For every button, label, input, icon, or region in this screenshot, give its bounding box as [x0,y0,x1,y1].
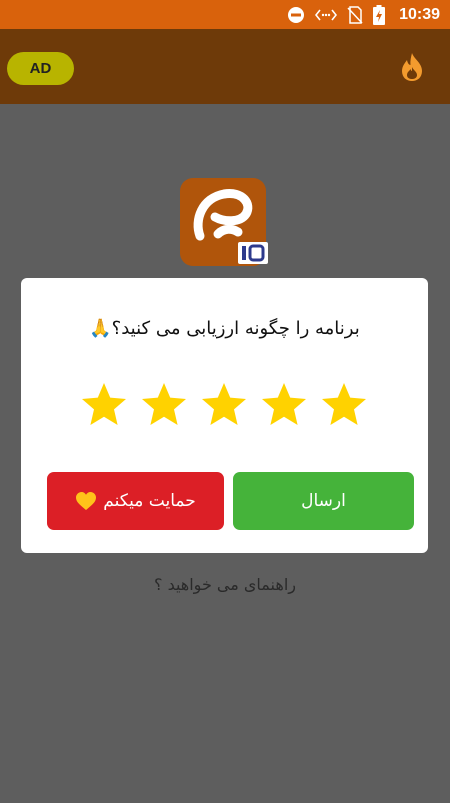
data-transfer-icon [315,9,338,20]
support-button-label: حمایت میکنم [103,491,196,511]
status-icons: 10:39 [287,0,440,29]
no-sim-icon [347,5,363,24]
ad-button[interactable]: AD [7,52,74,85]
star-1[interactable] [79,380,129,430]
send-button-label: ارسال [301,491,346,511]
help-link[interactable]: راهنمای می خواهید ؟ [0,575,450,594]
star-2[interactable] [139,380,189,430]
rating-question: برنامه را چگونه ارزیابی می کنید؟🙏 [89,318,360,339]
heart-icon [76,492,97,510]
star-3[interactable] [199,380,249,430]
app-bar: AD [0,29,450,104]
support-button[interactable]: حمایت میکنم [47,472,224,530]
send-button[interactable]: ارسال [233,472,414,530]
star-4[interactable] [259,380,309,430]
star-rating[interactable] [79,380,369,430]
rating-dialog: برنامه را چگونه ارزیابی می کنید؟🙏 ارسال … [21,278,428,553]
app-logo [180,178,268,266]
star-5[interactable] [319,380,369,430]
battery-charging-icon [373,4,386,25]
status-bar: 10:39 [0,0,450,29]
do-not-disturb-icon [288,6,305,23]
status-clock: 10:39 [399,5,440,23]
flame-icon[interactable] [400,52,424,82]
